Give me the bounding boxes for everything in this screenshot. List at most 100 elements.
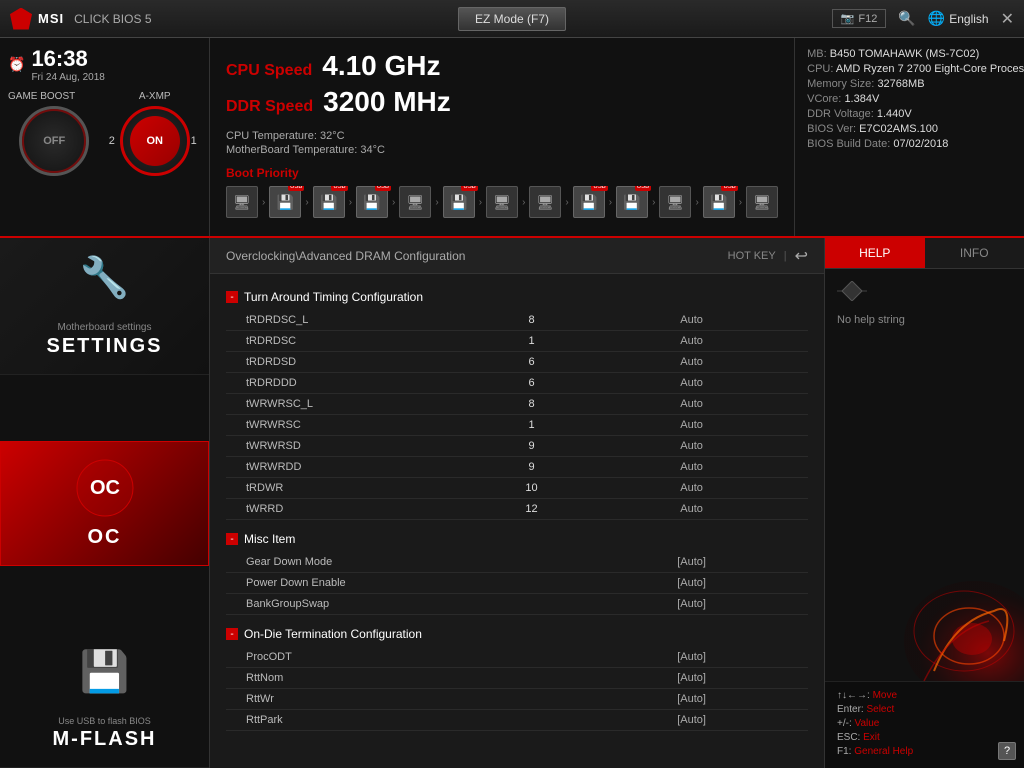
mflash-label: Use USB to flash BIOS bbox=[58, 716, 151, 726]
table-row[interactable]: RttWr[Auto] bbox=[226, 689, 808, 710]
ddr-speed-row: DDR Speed 3200 MHz bbox=[226, 86, 778, 118]
config-row-name: tRDRDSC bbox=[226, 331, 488, 352]
usb-badge: USB bbox=[721, 186, 737, 191]
table-row[interactable]: tRDRDDD6Auto bbox=[226, 373, 808, 394]
boot-device-item[interactable]: 💾USB bbox=[269, 186, 301, 218]
table-row[interactable]: Power Down Enable[Auto] bbox=[226, 573, 808, 594]
boot-device-icon: 💾 bbox=[623, 194, 640, 211]
memory-info: Memory Size: 32768MB bbox=[807, 78, 1024, 90]
config-row-name: tRDRDSD bbox=[226, 352, 488, 373]
table-row[interactable]: tWRRD12Auto bbox=[226, 499, 808, 520]
boot-device-item[interactable]: 🖥 bbox=[399, 186, 431, 218]
content-panel: Overclocking\Advanced DRAM Configuration… bbox=[210, 238, 824, 768]
clock-row: ⏰ 16:38 Fri 24 Aug, 2018 bbox=[8, 46, 201, 83]
boot-device-item[interactable]: 🖥 bbox=[486, 186, 518, 218]
config-row-name: tRDRDDD bbox=[226, 373, 488, 394]
config-row-setting: Auto bbox=[575, 436, 808, 457]
config-content[interactable]: - Turn Around Timing Configuration tRDRD… bbox=[210, 274, 824, 768]
config-row-value: 12 bbox=[488, 499, 575, 520]
table-row[interactable]: tRDRDSC1Auto bbox=[226, 331, 808, 352]
settings-label: Motherboard settings bbox=[58, 322, 152, 333]
sidebar-item-settings[interactable]: 🔧 Motherboard settings SETTINGS bbox=[0, 238, 209, 375]
boot-device-item[interactable]: 🖥 bbox=[659, 186, 691, 218]
config-row-value: 10 bbox=[488, 478, 575, 499]
boot-arrow: › bbox=[392, 197, 395, 208]
axmp-ring[interactable]: 2 ON 1 bbox=[120, 106, 190, 176]
game-boost-knob[interactable]: OFF bbox=[19, 106, 89, 176]
boot-arrow: › bbox=[479, 197, 482, 208]
boot-device-item[interactable]: 🖥 bbox=[226, 186, 258, 218]
boot-device-item[interactable]: 💾 USB bbox=[313, 186, 345, 218]
wrench-icon: 🔧 bbox=[80, 256, 130, 300]
config-row-value bbox=[488, 647, 575, 668]
mb-info: MB: B450 TOMAHAWK (MS-7C02) bbox=[807, 48, 1024, 60]
config-row-value bbox=[488, 668, 575, 689]
usb-badge: USB bbox=[635, 186, 651, 191]
ddr-speed-label: DDR Speed bbox=[226, 98, 313, 116]
search-button[interactable]: 🔍 bbox=[898, 10, 915, 27]
boot-device-item[interactable]: 💾USB bbox=[703, 186, 735, 218]
axmp-label: A-XMP bbox=[139, 91, 171, 102]
table-row[interactable]: tRDWR10Auto bbox=[226, 478, 808, 499]
config-row-name: Gear Down Mode bbox=[226, 552, 488, 573]
usb-badge: USB bbox=[591, 186, 607, 191]
table-row[interactable]: tWRWRSD9Auto bbox=[226, 436, 808, 457]
table-row[interactable]: tRDRDSC_L8Auto bbox=[226, 310, 808, 331]
back-button[interactable]: ↩ bbox=[795, 246, 808, 266]
config-row-setting: Auto bbox=[575, 373, 808, 394]
table-row[interactable]: tRDRDSD6Auto bbox=[226, 352, 808, 373]
key-help-section: ↑↓←→: MoveEnter: Select+/-: ValueESC: Ex… bbox=[825, 681, 1024, 768]
boot-device-item[interactable]: 💾USB bbox=[356, 186, 388, 218]
section2-collapse-button[interactable]: - bbox=[226, 533, 238, 545]
table-row[interactable]: ProcODT[Auto] bbox=[226, 647, 808, 668]
key-action: Select bbox=[866, 704, 894, 715]
table-row[interactable]: RttPark[Auto] bbox=[226, 710, 808, 731]
section1-header: - Turn Around Timing Configuration bbox=[226, 282, 808, 310]
cpu-info: CPU: AMD Ryzen 7 2700 Eight-Core Process… bbox=[807, 63, 1024, 75]
boot-device-item[interactable]: 💾USB bbox=[573, 186, 605, 218]
section1-collapse-button[interactable]: - bbox=[226, 291, 238, 303]
config-row-value: 9 bbox=[488, 436, 575, 457]
table-row[interactable]: BankGroupSwap[Auto] bbox=[226, 594, 808, 615]
help-panel: HELP INFO No help string bbox=[824, 238, 1024, 768]
section3-table: ProcODT[Auto]RttNom[Auto]RttWr[Auto]RttP… bbox=[226, 647, 808, 731]
table-row[interactable]: tWRWRSC_L8Auto bbox=[226, 394, 808, 415]
divider-icon bbox=[837, 281, 867, 301]
table-row[interactable]: RttNom[Auto] bbox=[226, 668, 808, 689]
sidebar-item-mflash[interactable]: 💾 Use USB to flash BIOS M-FLASH bbox=[0, 632, 209, 768]
boot-device-icon: 🖥 bbox=[753, 194, 771, 211]
config-row-value: 6 bbox=[488, 373, 575, 394]
f12-screenshot-button[interactable]: 📷 F12 bbox=[832, 9, 887, 28]
close-button[interactable]: ✕ bbox=[1001, 9, 1014, 29]
help-no-string: No help string bbox=[837, 314, 1012, 326]
boot-device-item[interactable]: 🖥 bbox=[746, 186, 778, 218]
section3-collapse-button[interactable]: - bbox=[226, 628, 238, 640]
config-row-name: tRDRDSC_L bbox=[226, 310, 488, 331]
help-button[interactable]: ? bbox=[998, 742, 1016, 760]
sidebar-item-oc[interactable]: OC OC bbox=[0, 441, 209, 566]
table-row[interactable]: tWRWRDD9Auto bbox=[226, 457, 808, 478]
config-row-setting: [Auto] bbox=[575, 647, 808, 668]
axmp-number-right: 1 bbox=[191, 135, 197, 147]
key-action: Exit bbox=[863, 732, 880, 743]
key-action: General Help bbox=[854, 746, 913, 757]
boot-device-item[interactable]: 🖥 bbox=[529, 186, 561, 218]
bios-build-info: BIOS Build Date: 07/02/2018 bbox=[807, 138, 1024, 150]
config-row-name: tWRWRSC_L bbox=[226, 394, 488, 415]
key-action: Value bbox=[855, 718, 880, 729]
boot-device-item[interactable]: 💾USB bbox=[443, 186, 475, 218]
oc-flame-icon: OC bbox=[75, 458, 135, 518]
ez-mode-button[interactable]: EZ Mode (F7) bbox=[458, 7, 566, 31]
usb-icon: 💾 bbox=[80, 650, 130, 694]
table-row[interactable]: tWRWRSC1Auto bbox=[226, 415, 808, 436]
boot-device-icon: 💾 bbox=[320, 194, 337, 211]
usb-badge: USB bbox=[331, 186, 347, 191]
config-row-setting: Auto bbox=[575, 415, 808, 436]
language-button[interactable]: 🌐 English bbox=[928, 10, 989, 27]
boot-device-item[interactable]: 💾 USB bbox=[616, 186, 648, 218]
boot-device-icon: 🖥 bbox=[493, 194, 511, 211]
tab-info[interactable]: INFO bbox=[925, 238, 1024, 268]
table-row[interactable]: Gear Down Mode[Auto] bbox=[226, 552, 808, 573]
config-row-name: Power Down Enable bbox=[226, 573, 488, 594]
tab-help[interactable]: HELP bbox=[825, 238, 925, 268]
